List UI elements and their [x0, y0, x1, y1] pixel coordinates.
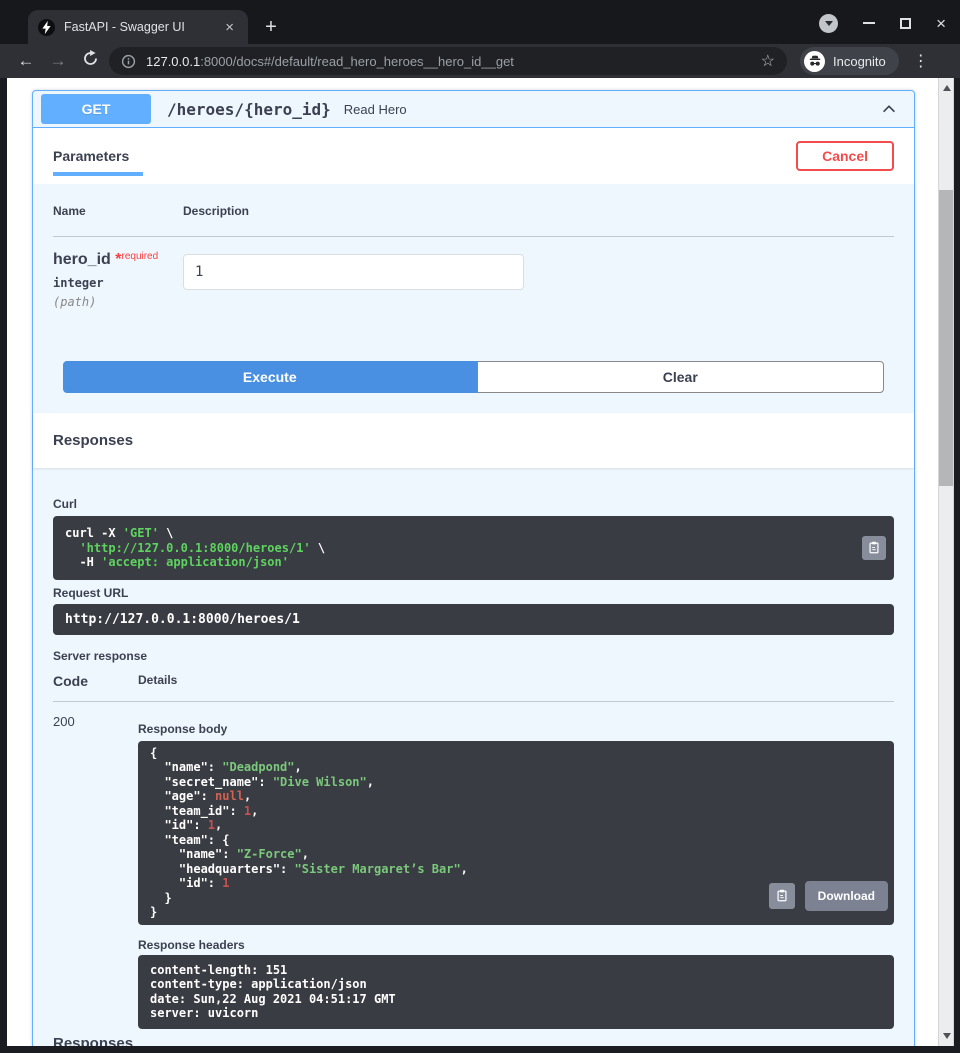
operation-header[interactable]: GET /heroes/{hero_id} Read Hero — [33, 91, 914, 128]
back-icon[interactable]: ← — [10, 51, 42, 71]
new-tab-button[interactable]: + — [258, 14, 284, 40]
column-name: Name — [53, 204, 183, 218]
column-code: Code — [53, 673, 138, 689]
server-response-label: Server response — [53, 649, 894, 663]
operation-summary: Read Hero — [344, 102, 407, 117]
clear-button[interactable]: Clear — [477, 361, 884, 393]
browser-tab[interactable]: FastAPI - Swagger UI × — [28, 10, 248, 44]
responses-section-title: Responses — [33, 413, 914, 468]
scroll-up-icon[interactable] — [943, 85, 951, 91]
response-headers: content-length: 151 content-type: applic… — [138, 955, 894, 1029]
server-response-table: Code Details 200 Response body { "name":… — [53, 673, 894, 1029]
scrollbar-thumb[interactable] — [939, 190, 953, 486]
url-text[interactable]: 127.0.0.1:8000/docs#/default/read_hero_h… — [146, 54, 761, 69]
copy-response-button[interactable] — [769, 883, 795, 909]
operation-block: GET /heroes/{hero_id} Read Hero Paramete… — [32, 90, 915, 1046]
page-scrollbar[interactable] — [938, 78, 954, 1046]
download-button[interactable]: Download — [805, 881, 888, 911]
parameter-row: hero_id *required integer (path) — [53, 237, 894, 309]
browser-tabstrip: FastAPI - Swagger UI × + × — [0, 0, 960, 44]
column-details: Details — [138, 673, 894, 689]
url-bar[interactable]: 127.0.0.1:8000/docs#/default/read_hero_h… — [109, 47, 787, 75]
collapse-chevron-icon[interactable] — [880, 100, 898, 118]
execute-row: Execute Clear — [63, 361, 884, 413]
bookmark-star-icon[interactable]: ☆ — [761, 51, 775, 71]
curl-command: curl -X 'GET' \ 'http://127.0.0.1:8000/h… — [53, 516, 894, 580]
tab-search-button[interactable] — [819, 14, 838, 33]
fastapi-favicon-icon — [38, 19, 55, 36]
forward-icon[interactable]: → — [42, 51, 74, 71]
url-host: 127.0.0.1 — [146, 54, 200, 69]
parameters-table: Name Description hero_id *required integ… — [33, 184, 914, 309]
parameters-header: Parameters Cancel — [33, 128, 914, 184]
cancel-button[interactable]: Cancel — [796, 141, 894, 171]
incognito-label: Incognito — [833, 54, 886, 69]
required-label: required — [121, 251, 158, 262]
operation-path: /heroes/{hero_id} — [167, 100, 331, 119]
swagger-page: GET /heroes/{hero_id} Read Hero Paramete… — [7, 78, 938, 1046]
browser-toolbar: ← → 127.0.0.1:8000/docs#/default/read_he… — [0, 44, 960, 78]
request-url-value: http://127.0.0.1:8000/heroes/1 — [53, 604, 894, 635]
status-code: 200 — [53, 714, 138, 1029]
browser-menu-icon[interactable]: ⋮ — [913, 51, 929, 71]
hero-id-input[interactable] — [183, 254, 524, 290]
incognito-badge: Incognito — [800, 47, 899, 75]
close-window-button[interactable]: × — [936, 15, 946, 32]
chevron-down-icon — [825, 21, 833, 26]
response-headers-label: Response headers — [138, 938, 894, 952]
response-body: { "name": "Deadpond", "secret_name": "Di… — [138, 741, 894, 925]
tab-title: FastAPI - Swagger UI — [64, 20, 221, 34]
scroll-down-icon[interactable] — [943, 1033, 951, 1039]
maximize-button[interactable] — [900, 18, 911, 29]
parameter-location: (path) — [53, 295, 183, 309]
url-path: :8000/docs#/default/read_hero_heroes__he… — [200, 54, 514, 69]
minimize-button[interactable] — [863, 22, 875, 24]
incognito-icon — [804, 51, 825, 72]
column-description: Description — [183, 204, 894, 218]
documented-responses-title: Responses — [53, 1035, 894, 1047]
copy-curl-button[interactable] — [862, 536, 886, 560]
responses-body: Curl curl -X 'GET' \ 'http://127.0.0.1:8… — [33, 468, 914, 1046]
request-url-label: Request URL — [53, 586, 894, 600]
reload-icon[interactable] — [74, 50, 106, 72]
method-badge: GET — [41, 94, 151, 124]
parameter-name: hero_id *required — [53, 251, 183, 269]
tab-close-icon[interactable]: × — [221, 19, 238, 36]
parameter-type: integer — [53, 276, 183, 290]
curl-label: Curl — [53, 497, 894, 511]
site-info-icon[interactable] — [121, 54, 136, 69]
execute-button[interactable]: Execute — [63, 361, 477, 393]
response-body-label: Response body — [138, 722, 894, 736]
tab-parameters[interactable]: Parameters — [53, 148, 129, 164]
